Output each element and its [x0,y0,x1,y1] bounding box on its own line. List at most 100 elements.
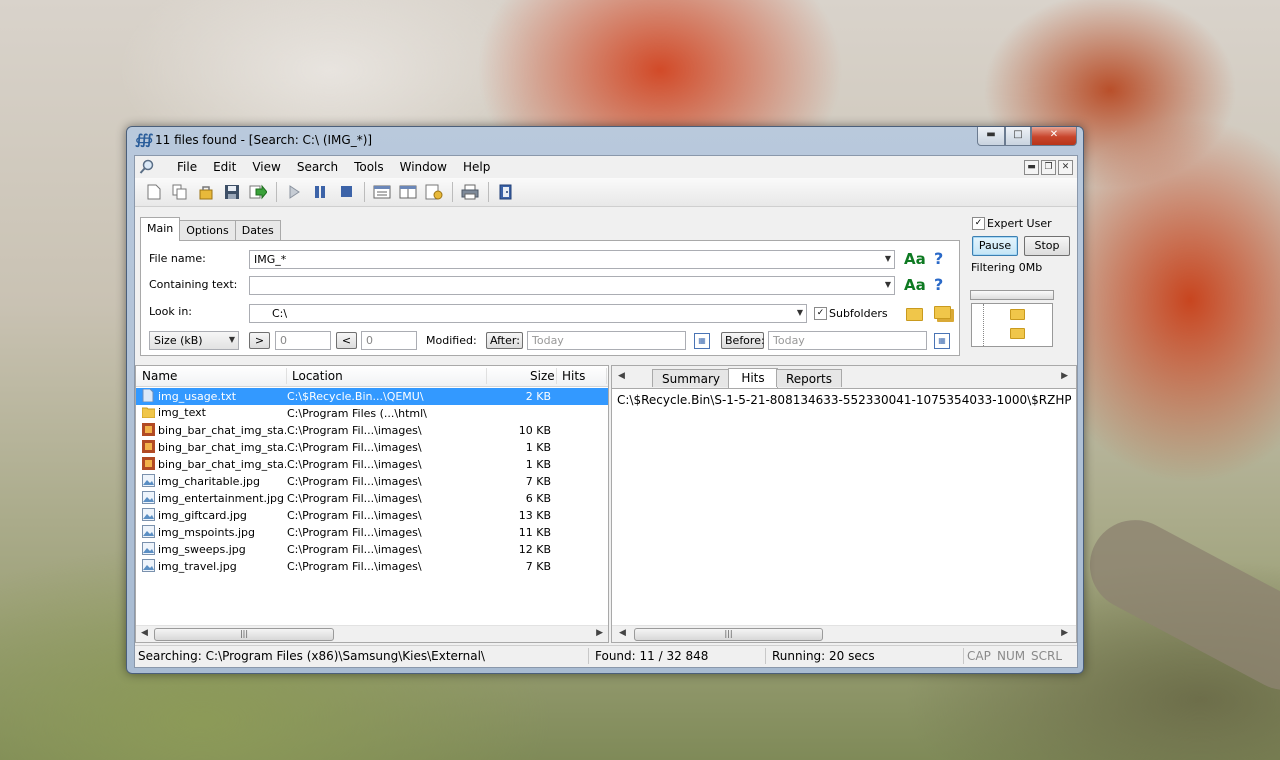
before-date-input[interactable]: Today [768,331,927,350]
scroll-left-icon[interactable]: ◀ [619,628,626,638]
row-name-cell: img_entertainment.jpg [142,491,286,505]
scroll-right-icon[interactable]: ▶ [596,628,603,638]
tab-reports[interactable]: Reports [776,369,842,387]
tab-scroll-right-icon[interactable]: ▶ [1061,371,1068,381]
row-location: C:\$Recycle.Bin...\QEMU\ [287,390,465,403]
tab-options[interactable]: Options [179,220,236,240]
mdi-close-button[interactable]: ✕ [1058,160,1073,175]
row-size: 1 KB [525,441,551,454]
min-size-input[interactable]: 0 [275,331,331,350]
table-row[interactable]: bing_bar_chat_img_sta... C:\Program Fil..… [136,439,608,456]
table-row[interactable]: img_sweeps.jpg C:\Program Fil...\images\ 1… [136,541,608,558]
hits-path-text: C:\$Recycle.Bin\S-1-5-21-808134633-55233… [617,393,1071,407]
open-button[interactable] [195,182,217,202]
close-button[interactable]: ✕ [1031,127,1077,146]
menu-edit[interactable]: Edit [205,160,244,174]
chevron-down-icon[interactable]: ▼ [797,308,803,317]
table-row[interactable]: img_entertainment.jpg C:\Program Fil...\i… [136,490,608,507]
scrollbar-thumb[interactable]: ||| [154,628,334,641]
maximize-button[interactable]: □ [1005,127,1031,146]
scroll-left-icon[interactable]: ◀ [141,628,148,638]
chevron-down-icon[interactable]: ▼ [885,254,891,263]
status-bar: Searching: C:\Program Files (x86)\Samsun… [135,645,1077,666]
menu-search[interactable]: Search [289,160,346,174]
file-name-combo[interactable]: IMG_* ▼ [249,250,895,269]
pause-search-button[interactable] [309,182,331,202]
layout-button-2[interactable] [397,182,419,202]
max-size-input[interactable]: 0 [361,331,417,350]
table-row[interactable]: img_travel.jpg C:\Program Fil...\images\ 7… [136,558,608,575]
print-button[interactable] [459,182,481,202]
column-divider[interactable] [606,368,607,384]
table-row[interactable]: bing_bar_chat_img_sta... C:\Program Fil..… [136,456,608,473]
expert-user-label: Expert User [987,217,1052,230]
after-date-input[interactable]: Today [527,331,686,350]
column-divider[interactable] [486,368,487,384]
multiple-folders-icon[interactable] [934,306,951,319]
save-button[interactable] [221,182,243,202]
subfolders-checkbox[interactable]: ✓ [814,307,827,320]
scrollbar-thumb[interactable]: ||| [634,628,823,641]
column-location-header[interactable]: Location [292,369,343,383]
column-divider[interactable] [556,368,557,384]
case-sensitive-icon[interactable]: Aa [904,276,926,294]
tab-main[interactable]: Main [140,217,181,241]
calendar-icon[interactable]: ▦ [694,333,710,349]
results-horizontal-scrollbar[interactable]: ◀ ||| ▶ [136,625,608,642]
table-row[interactable]: img_text C:\Program Files (...\html\ [136,405,608,422]
tab-hits[interactable]: Hits [728,368,778,388]
column-size-header[interactable]: Size [530,369,555,383]
column-divider[interactable] [286,368,287,384]
help-icon[interactable]: ? [934,275,943,294]
case-sensitive-icon[interactable]: Aa [904,250,926,268]
row-name: img_entertainment.jpg [158,492,284,505]
after-button[interactable]: After: [486,332,523,349]
layout-button-1[interactable] [371,182,393,202]
menu-window[interactable]: Window [392,160,455,174]
table-row[interactable]: img_charitable.jpg C:\Program Fil...\imag… [136,473,608,490]
table-row[interactable]: bing_bar_chat_img_sta... C:\Program Fil..… [136,422,608,439]
size-unit-select[interactable]: Size (kB) ▼ [149,331,239,350]
menu-tools[interactable]: Tools [346,160,392,174]
greater-than-button[interactable]: > [249,332,270,349]
tab-scroll-left-icon[interactable]: ◀ [618,371,625,381]
menu-help[interactable]: Help [455,160,498,174]
table-row[interactable]: img_mspoints.jpg C:\Program Fil...\images… [136,524,608,541]
new-document-button[interactable] [143,182,165,202]
menu-file[interactable]: File [169,160,205,174]
help-icon[interactable]: ? [934,249,943,268]
stop-search-button[interactable] [335,182,357,202]
copy-document-button[interactable] [169,182,191,202]
stop-button[interactable]: Stop [1024,236,1070,256]
detail-pane: ◀ Summary Hits Reports ▶ C:\$Recycle.Bin… [611,365,1077,643]
expert-user-checkbox[interactable]: ✓ [972,217,985,230]
before-button[interactable]: Before: [721,332,765,349]
title-bar[interactable]: ∰ 11 files found - [Search: C:\ (IMG_*)]… [127,127,1083,154]
mdi-restore-button[interactable]: ❐ [1041,160,1056,175]
export-button[interactable] [247,182,269,202]
table-row[interactable]: img_giftcard.jpg C:\Program Fil...\images… [136,507,608,524]
toolbar [135,178,1077,207]
containing-text-combo[interactable]: ▼ [249,276,895,295]
tab-dates[interactable]: Dates [234,220,281,240]
start-search-button[interactable] [283,182,305,202]
minimize-button[interactable]: ▬ [977,127,1005,146]
tab-summary[interactable]: Summary [652,369,730,387]
properties-button[interactable] [423,182,445,202]
scroll-right-icon[interactable]: ▶ [1061,628,1068,638]
less-than-button[interactable]: < [336,332,357,349]
menu-view[interactable]: View [244,160,288,174]
exit-button[interactable] [495,182,517,202]
column-hits-header[interactable]: Hits [562,369,585,383]
pause-button[interactable]: Pause [972,236,1018,256]
chevron-down-icon[interactable]: ▼ [885,280,891,289]
folder-tree-preview[interactable] [971,303,1053,347]
mdi-minimize-button[interactable]: ▬ [1024,160,1039,175]
look-in-combo[interactable]: C:\ ▼ [249,304,807,323]
browse-folder-icon[interactable] [906,308,923,321]
detail-horizontal-scrollbar[interactable]: ◀ ||| ▶ [612,625,1076,642]
column-name-header[interactable]: Name [142,369,177,383]
calendar-icon[interactable]: ▦ [934,333,950,349]
file-name-value: IMG_* [254,253,287,266]
table-row[interactable]: img_usage.txt C:\$Recycle.Bin...\QEMU\ 2 K… [136,388,608,405]
